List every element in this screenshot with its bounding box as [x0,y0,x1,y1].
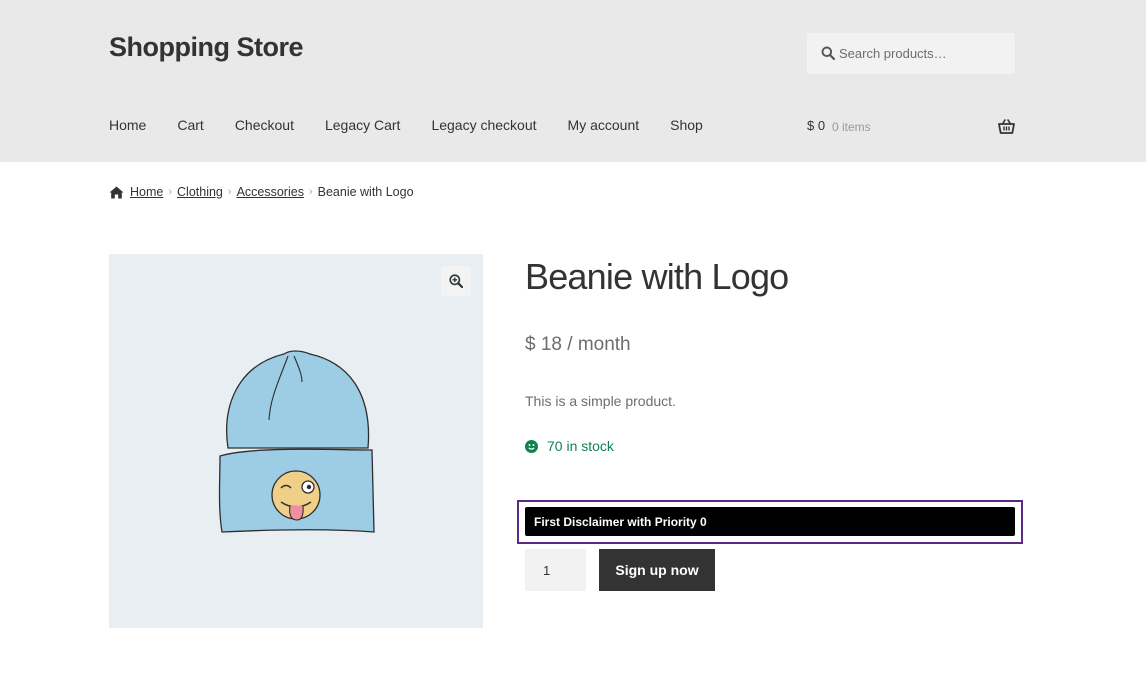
search-icon [821,46,835,60]
search-box[interactable] [807,33,1015,74]
nav-item-legacy-cart[interactable]: Legacy Cart [325,117,400,133]
product-price: $ 18 / month [525,334,631,355]
search-input[interactable] [839,33,1009,74]
primary-nav: Home Cart Checkout Legacy Cart Legacy ch… [109,117,734,133]
disclaimer-banner: First Disclaimer with Priority 0 [525,507,1015,536]
cart-item-count[interactable]: 0 items [832,120,871,134]
nav-item-my-account[interactable]: My account [568,117,640,133]
smiley-icon [525,439,538,453]
nav-item-cart[interactable]: Cart [177,117,203,133]
disclaimer-highlight-frame: First Disclaimer with Priority 0 [517,500,1023,544]
zoom-button[interactable] [441,266,471,296]
zoom-in-icon [449,274,463,288]
site-header: Shopping Store Home Cart Checkout Legacy… [0,0,1146,162]
product-title: Beanie with Logo [525,256,789,297]
nav-item-home[interactable]: Home [109,117,146,133]
quantity-input[interactable] [525,549,586,591]
beanie-product-image [218,350,375,533]
nav-item-legacy-checkout[interactable]: Legacy checkout [431,117,536,133]
breadcrumb: Home › Clothing › Accessories › Beanie w… [109,185,414,199]
breadcrumb-separator-icon: › [308,186,313,198]
nav-item-shop[interactable]: Shop [670,117,703,133]
product-short-description: This is a simple product. [525,393,676,409]
nav-item-checkout[interactable]: Checkout [235,117,294,133]
breadcrumb-link-accessories[interactable]: Accessories [237,185,304,199]
breadcrumb-current: Beanie with Logo [317,185,414,199]
breadcrumb-link-home[interactable]: Home [130,185,163,199]
stock-label: 70 in stock [547,438,614,454]
stock-status: 70 in stock [525,438,614,454]
cart-total[interactable]: $ 0 [807,118,825,133]
sign-up-button[interactable]: Sign up now [599,549,715,591]
site-title[interactable]: Shopping Store [109,32,303,63]
home-icon [109,186,124,198]
breadcrumb-separator-icon: › [168,186,173,198]
basket-icon[interactable] [998,119,1015,134]
breadcrumb-link-clothing[interactable]: Clothing [177,185,223,199]
breadcrumb-separator-icon: › [227,186,232,198]
